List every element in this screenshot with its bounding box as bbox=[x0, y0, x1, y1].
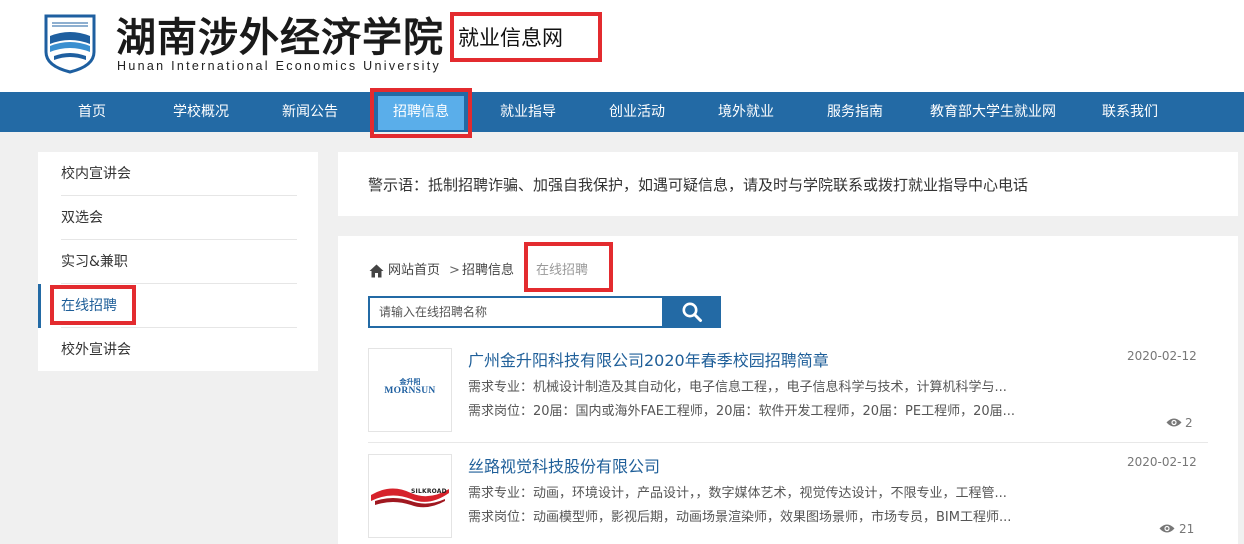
nav-item-news[interactable]: 新闻公告 bbox=[262, 92, 358, 132]
company-logo-mornsun[interactable]: 金升阳 MORNSUN bbox=[368, 348, 452, 432]
nav-item-service-guide[interactable]: 服务指南 bbox=[807, 92, 903, 132]
job-title-link[interactable]: 广州金升阳科技有限公司2020年春季校园招聘简章 bbox=[468, 350, 829, 372]
nav-item-recruitment[interactable]: 招聘信息 bbox=[378, 92, 464, 132]
nav-item-overseas[interactable]: 境外就业 bbox=[698, 92, 794, 132]
company-logo-text: MORNSUN bbox=[384, 386, 436, 396]
site-name: 就业信息网 bbox=[458, 26, 563, 50]
job-view-count: 2 bbox=[1185, 416, 1193, 430]
sidebar-item-job-fair[interactable]: 双选会 bbox=[61, 196, 297, 240]
job-majors: 需求专业：机械设计制造及其自动化，电子信息工程，，电子信息科学与技术，计算机科学… bbox=[468, 380, 1007, 395]
nav-item-startup[interactable]: 创业活动 bbox=[589, 92, 685, 132]
search-button[interactable] bbox=[662, 296, 721, 328]
nav-item-about[interactable]: 学校概况 bbox=[152, 92, 250, 132]
nav-item-contact[interactable]: 联系我们 bbox=[1082, 92, 1178, 132]
sidebar-active-indicator bbox=[38, 284, 41, 328]
home-icon bbox=[369, 264, 384, 278]
job-list-item: SILKROAD 丝路视觉科技股份有限公司 2020-02-12 需求专业：动画… bbox=[368, 454, 1208, 544]
job-title-link[interactable]: 丝路视觉科技股份有限公司 bbox=[468, 456, 660, 478]
breadcrumb-parent-link[interactable]: 招聘信息 bbox=[462, 262, 514, 280]
eye-icon bbox=[1159, 524, 1175, 533]
sidebar-active-highlight bbox=[50, 285, 136, 325]
site-header: 湖南涉外经济学院 Hunan International Economics U… bbox=[0, 0, 1244, 92]
company-logo-silkroad[interactable]: SILKROAD bbox=[368, 454, 452, 538]
silkroad-swoosh-icon bbox=[371, 488, 449, 508]
sidebar-item-internship[interactable]: 实习&兼职 bbox=[61, 240, 297, 284]
job-date: 2020-02-12 bbox=[1127, 455, 1197, 469]
school-name: 湖南涉外经济学院 bbox=[116, 15, 444, 61]
breadcrumb-home-link[interactable]: 网站首页 bbox=[388, 262, 440, 280]
nav-item-moe-job-site[interactable]: 教育部大学生就业网 bbox=[918, 92, 1068, 132]
job-positions: 需求岗位：动画模型师，影视后期，动画场景渲染师，效果图场景师，市场专员，BIM工… bbox=[468, 510, 1012, 525]
job-date: 2020-02-12 bbox=[1127, 349, 1197, 363]
company-logo-text: SILKROAD bbox=[411, 488, 447, 495]
search-input[interactable] bbox=[368, 296, 664, 328]
eye-icon bbox=[1166, 418, 1182, 427]
warning-notice-text: 警示语：抵制招聘诈骗、加强自我保护，如遇可疑信息，请及时与学院联系或拨打就业指导… bbox=[368, 176, 1029, 194]
job-positions: 需求岗位：20届：国内或海外FAE工程师，20届：软件开发工程师，20届：PE工… bbox=[468, 404, 1016, 419]
sidebar-item-offcampus-talks[interactable]: 校外宣讲会 bbox=[61, 328, 297, 372]
job-majors: 需求专业：动画，环境设计，产品设计，，数字媒体艺术，视觉传达设计，不限专业，工程… bbox=[468, 486, 1007, 501]
school-emblem-icon[interactable] bbox=[44, 14, 96, 74]
school-name-english: Hunan International Economics University bbox=[117, 59, 442, 73]
breadcrumb-current-highlight bbox=[524, 242, 613, 292]
nav-item-home[interactable]: 首页 bbox=[44, 92, 140, 132]
breadcrumb-separator: > bbox=[449, 263, 460, 278]
job-list-item: 金升阳 MORNSUN 广州金升阳科技有限公司2020年春季校园招聘简章 202… bbox=[368, 348, 1208, 453]
nav-item-career-guide[interactable]: 就业指导 bbox=[480, 92, 576, 132]
search-icon bbox=[682, 302, 702, 322]
sidebar-item-campus-talks[interactable]: 校内宣讲会 bbox=[61, 152, 297, 196]
list-divider bbox=[368, 442, 1208, 443]
job-view-count: 21 bbox=[1179, 522, 1195, 536]
